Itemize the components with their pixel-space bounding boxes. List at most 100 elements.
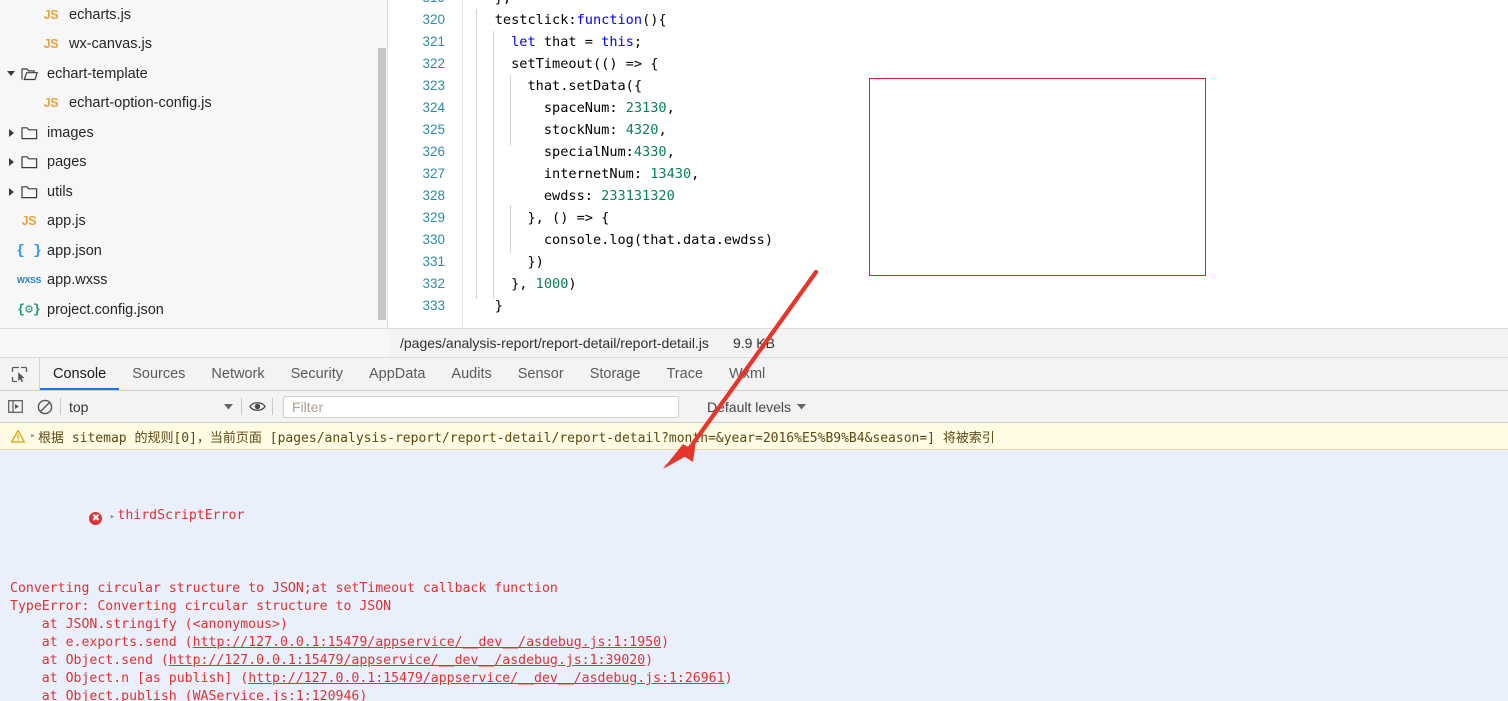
folder-icon xyxy=(18,185,40,199)
inspect-element-button[interactable] xyxy=(0,358,40,390)
stack-trace-link[interactable]: http://127.0.0.1:15479/appservice/__dev_… xyxy=(193,635,661,650)
tree-item-project-config-json[interactable]: {⚙} project.config.json xyxy=(0,295,387,325)
tree-item-label: wx-canvas.js xyxy=(69,36,152,53)
clear-console-button[interactable] xyxy=(30,391,60,423)
console-error-row[interactable]: ✖ ▸ thirdScriptError Converting circular s… xyxy=(0,450,1508,701)
tree-item-app-js[interactable]: JS app.js xyxy=(0,207,387,237)
tree-item-images[interactable]: images xyxy=(0,118,387,148)
folder-open-icon xyxy=(18,67,40,81)
error-title-line: ✖ ▸ thirdScriptError xyxy=(10,489,1508,544)
tree-item-wx-canvas-js[interactable]: JS wx-canvas.js xyxy=(0,30,387,60)
stack-trace-link[interactable]: http://127.0.0.1:15479/appservice/__dev_… xyxy=(169,653,645,668)
code-line: 333 } xyxy=(388,295,1508,317)
execution-context-value: top xyxy=(69,398,89,415)
log-levels-select[interactable]: Default levels xyxy=(707,398,807,415)
file-path-text: /pages/analysis-report/report-detail/rep… xyxy=(400,335,709,351)
code-line-text: that.setData({ xyxy=(462,78,643,94)
config-json-icon: {⚙} xyxy=(17,302,41,318)
file-tree-scrollbar[interactable] xyxy=(378,48,386,320)
console-settings-eye-button[interactable] xyxy=(242,391,272,423)
code-editor[interactable]: 319 },320 testclick:function(){321 let t… xyxy=(388,0,1508,328)
error-stack-line: Converting circular structure to JSON;at… xyxy=(10,581,558,596)
code-line-text: console.log(that.data.ewdss) xyxy=(462,232,773,248)
code-line-number: 323 xyxy=(422,78,445,93)
warning-expand-arrow[interactable]: ▸ xyxy=(28,431,38,441)
tab-security[interactable]: Security xyxy=(278,358,356,390)
code-line-number: 330 xyxy=(422,232,445,247)
code-line-text: }, xyxy=(462,0,1508,9)
code-line: 327 internetNum: 13430, xyxy=(388,163,1508,185)
tab-storage[interactable]: Storage xyxy=(577,358,654,390)
chevron-down-icon xyxy=(224,403,233,409)
tab-sensor[interactable]: Sensor xyxy=(505,358,577,390)
tab-appdata[interactable]: AppData xyxy=(356,358,438,390)
folder-icon xyxy=(18,155,40,169)
toggle-console-sidebar-button[interactable] xyxy=(0,391,30,423)
tree-item-app-wxss[interactable]: WXSS app.wxss xyxy=(0,266,387,296)
tree-item-label: app.json xyxy=(47,242,102,259)
code-line-number: 326 xyxy=(422,144,445,159)
json-icon: { } xyxy=(16,242,42,259)
chevron-right-icon[interactable] xyxy=(4,126,18,140)
code-line: 324 spaceNum: 23130, xyxy=(388,97,1508,119)
js-icon: JS xyxy=(43,37,59,52)
log-levels-label: Default levels xyxy=(707,398,792,415)
tab-sources[interactable]: Sources xyxy=(119,358,198,390)
chevron-right-icon[interactable] xyxy=(4,155,18,169)
tree-item-pages[interactable]: pages xyxy=(0,148,387,178)
wxss-icon: WXSS xyxy=(16,275,42,286)
execution-context-select[interactable]: top xyxy=(69,399,241,415)
code-line-number: 322 xyxy=(422,56,445,71)
tree-item-label: echart-template xyxy=(47,65,148,82)
code-line: 319 }, xyxy=(388,0,1508,9)
code-line: 322 setTimeout(() => { xyxy=(388,53,1508,75)
indent-guide xyxy=(510,205,511,253)
tab-trace[interactable]: Trace xyxy=(653,358,716,390)
code-line-number: 333 xyxy=(422,298,445,313)
code-line-text: setTimeout(() => { xyxy=(462,56,659,72)
console-warning-row[interactable]: ▸ 根据 sitemap 的规则[0]，当前页面 [pages/analysis… xyxy=(0,423,1508,450)
code-line-number: 324 xyxy=(422,100,445,115)
code-line-number: 327 xyxy=(422,166,445,181)
code-line-number: 328 xyxy=(422,188,445,203)
file-path-bar: /pages/analysis-report/report-detail/rep… xyxy=(389,328,1508,358)
tree-item-utils[interactable]: utils xyxy=(0,177,387,207)
stack-trace-link[interactable]: http://127.0.0.1:15479/appservice/__dev_… xyxy=(248,671,724,686)
eye-icon xyxy=(248,402,266,411)
tab-network[interactable]: Network xyxy=(198,358,277,390)
code-line-number: 319 xyxy=(388,0,462,9)
tree-item-echart-option-config-js[interactable]: JS echart-option-config.js xyxy=(0,89,387,119)
js-icon: JS xyxy=(43,7,59,22)
error-stack-line: at Object.send (http://127.0.0.1:15479/a… xyxy=(10,653,654,668)
error-stack-line: at Object.publish (WAService.js:1:120946… xyxy=(10,689,368,701)
tab-label: Storage xyxy=(589,366,641,382)
code-line-text: ewdss: 233131320 xyxy=(462,188,675,204)
console-filter-input[interactable] xyxy=(283,395,679,418)
tree-item-echarts-js[interactable]: JS echarts.js xyxy=(0,0,387,30)
top-area: JS echarts.js JS wx-canvas.js echart-templat… xyxy=(0,0,1508,328)
chevron-down-icon[interactable] xyxy=(4,67,18,81)
console-messages[interactable]: ▸ 根据 sitemap 的规则[0]，当前页面 [pages/analysis… xyxy=(0,423,1508,701)
code-line-text: }, 1000) xyxy=(462,276,577,292)
devtools-panel: Console Sources Network Security AppData Audi… xyxy=(0,358,1508,701)
tree-item-app-json[interactable]: { } app.json xyxy=(0,236,387,266)
tab-label: Trace xyxy=(666,366,704,382)
code-line: 330 console.log(that.data.ewdss) xyxy=(388,229,1508,251)
chevron-right-icon[interactable] xyxy=(4,185,18,199)
error-expand-arrow[interactable]: ▸ xyxy=(107,508,117,526)
code-line-text: stockNum: 4320, xyxy=(462,122,667,138)
file-explorer-tree[interactable]: JS echarts.js JS wx-canvas.js echart-templat… xyxy=(0,0,388,328)
code-line: 325 stockNum: 4320, xyxy=(388,119,1508,141)
indent-guide xyxy=(510,75,511,145)
indent-guide xyxy=(493,31,494,299)
tab-console[interactable]: Console xyxy=(40,358,120,390)
code-line-text: }) xyxy=(462,254,544,270)
sidebar-panel-icon xyxy=(7,400,23,413)
tab-wxml[interactable]: Wxml xyxy=(716,358,778,390)
error-circle-icon: ✖ xyxy=(89,512,103,525)
code-line-text: specialNum:4330, xyxy=(462,144,675,160)
tab-audits[interactable]: Audits xyxy=(438,358,504,390)
tree-item-echart-template[interactable]: echart-template xyxy=(0,59,387,89)
code-line: 332 }, 1000) xyxy=(388,273,1508,295)
tree-item-label: pages xyxy=(47,154,87,171)
